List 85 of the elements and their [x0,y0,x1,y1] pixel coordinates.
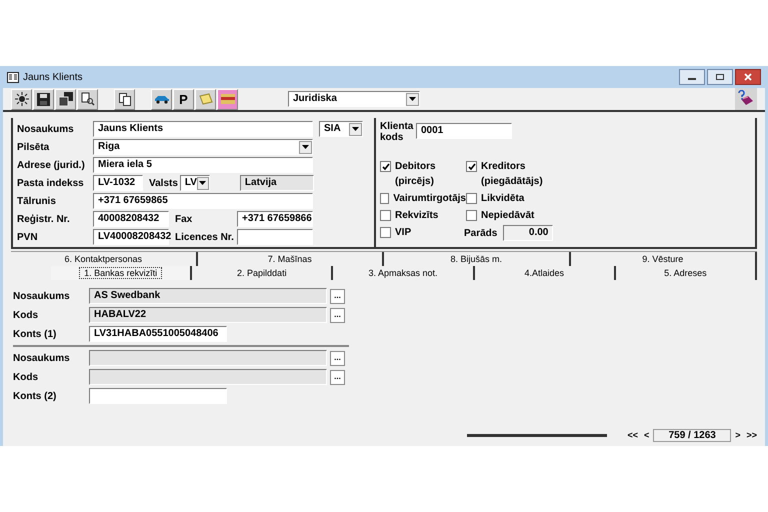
previous-record-button[interactable]: < [642,428,652,442]
card-icon[interactable] [217,88,238,110]
caret-icon [199,181,206,185]
checkbox[interactable] [466,210,477,221]
checkbox-label: Kreditors [481,160,526,174]
checkbox-label: Likvidēta [481,192,524,206]
checkbox[interactable] [380,210,391,221]
checkbox-label: Vairumtirgotājs [393,192,466,206]
lookup-field[interactable]: AS Swedbank [89,288,327,304]
maximize-button[interactable] [707,69,733,85]
browse-button[interactable]: ... [330,350,345,366]
registration-field[interactable]: 40008208432 [93,211,169,227]
copy-icon[interactable] [114,88,135,110]
country-select[interactable]: LV [180,175,210,191]
car-icon[interactable] [151,88,172,110]
field-label: Reģistr. Nr. [17,212,71,226]
field-label: Klienta kods [380,121,412,143]
field-label: Konts (1) [13,328,58,342]
account-field[interactable]: LV31HABA0551005048406 [89,326,227,342]
field-label: Pasta indekss [17,176,85,190]
checkbox-label: Rekvizīts [395,209,438,223]
browse-button[interactable]: ... [330,370,345,384]
client-code-field[interactable]: 0001 [416,123,512,139]
save-all-icon[interactable] [55,88,76,110]
name-field[interactable]: Jauns Klients [93,121,313,137]
lookup-field[interactable] [89,369,327,385]
field-label: Konts (2) [13,390,58,404]
form-icon [7,72,19,82]
field-label: Nosaukums [13,352,71,366]
debt-field: 0.00 [503,225,554,241]
type-select[interactable]: Juridiska [288,91,420,107]
checkbox-label: Debitors [395,160,436,174]
minimize-button[interactable] [679,69,705,85]
caret-icon [352,127,359,131]
field-label: PVN [17,230,39,244]
parking-button[interactable]: P [173,88,194,110]
account-field[interactable] [89,388,227,404]
next-record-button[interactable]: > [733,428,742,442]
browse-button[interactable]: ... [330,308,345,322]
field-label: Nosaukums [17,122,75,136]
fax-field[interactable]: +371 67659866 [237,211,313,227]
checkbox[interactable] [466,161,477,172]
checkbox-label: Nepiedāvāt [481,209,534,223]
lookup-field[interactable]: HABALV22 [89,307,327,323]
field-label: Valsts [149,176,178,190]
caret-icon [302,145,309,149]
phone-field[interactable]: +371 67659865 [93,193,313,209]
checkbox-sublabel: (piegādātājs) [481,175,543,189]
field-label: Pilsēta [17,140,50,154]
field-label: Kods [13,370,39,384]
postal-code-field[interactable]: LV-1032 [93,175,143,191]
field-label: Fax [175,212,194,226]
sun-icon[interactable] [11,88,32,110]
last-record-button[interactable]: >> [744,428,759,442]
field-label: Adrese (jurid.) [17,158,86,172]
checkbox-sublabel: (pircējs) [395,175,435,189]
checkbox-label: VIP [395,226,412,240]
note-icon[interactable] [195,88,216,110]
company-type-select[interactable]: SIA [319,121,363,137]
close-button[interactable] [735,69,761,85]
checkbox[interactable] [380,161,391,172]
save-icon[interactable] [33,88,54,110]
vat-field[interactable]: LV40008208432 [93,229,169,245]
field-label: Tālrunis [17,194,57,208]
country-name-field[interactable]: Latvija [240,175,314,191]
tab[interactable]: 1. Bankas rekvizīti [51,266,192,280]
field-label: Licences Nr. [175,230,235,244]
close-icon [744,73,752,81]
first-record-button[interactable]: << [625,428,640,442]
checkbox[interactable] [466,193,477,204]
address-field[interactable]: Miera iela 5 [93,157,313,173]
field-label: Parāds [464,226,498,240]
field-label: Nosaukums [13,290,71,304]
window-title: Jauns Klients [23,70,82,84]
search-icon[interactable] [77,88,98,110]
licence-field[interactable] [237,229,313,245]
caret-icon [409,97,416,101]
checkbox[interactable] [380,227,391,238]
field-label: Kods [13,308,39,322]
browse-button[interactable]: ... [330,288,345,304]
lookup-field[interactable] [89,350,327,366]
record-counter: 759 / 1263 [653,428,732,442]
help-icon[interactable] [735,88,757,110]
checkbox[interactable] [380,193,390,204]
city-select[interactable]: Riga [93,139,313,155]
